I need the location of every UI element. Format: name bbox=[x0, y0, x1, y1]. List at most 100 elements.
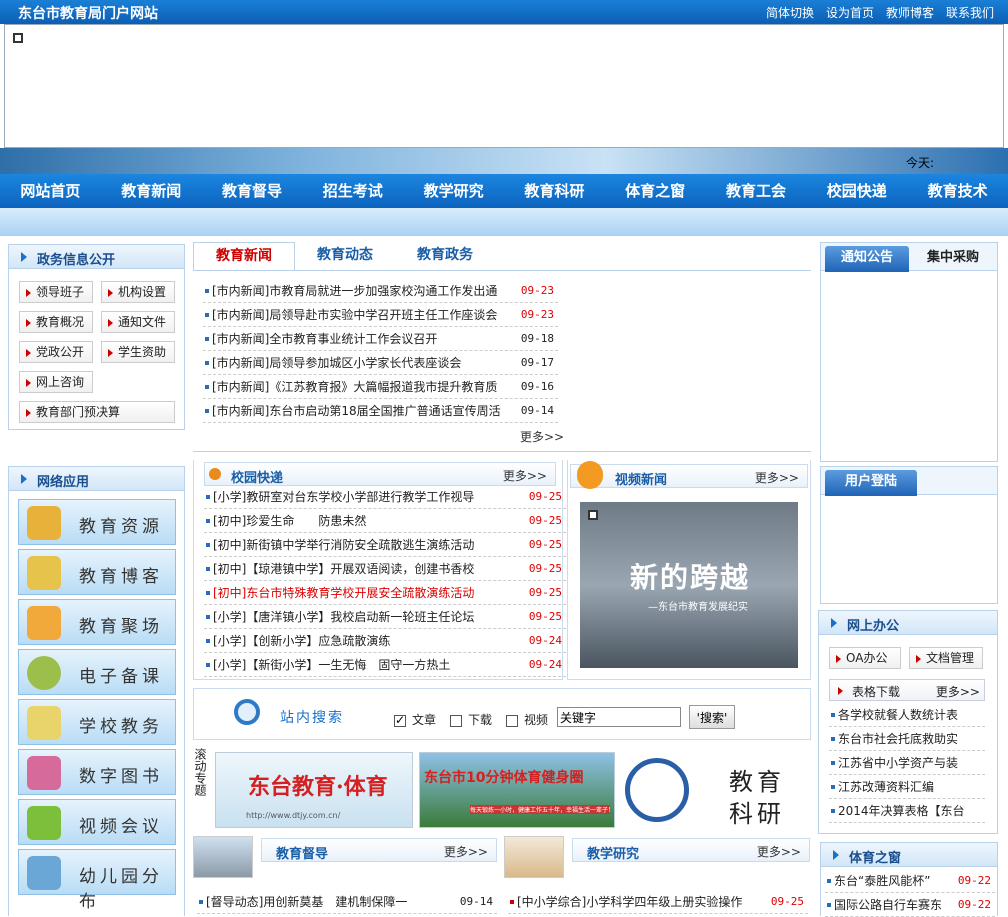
tab-edu-news[interactable]: 教育新闻 bbox=[193, 242, 295, 270]
nav-union[interactable]: 教育工会 bbox=[706, 174, 807, 208]
list-item[interactable]: 江苏改薄资料汇编 bbox=[829, 775, 985, 799]
list-item[interactable]: [初中]【琼港镇中学】开展双语阅读，创建书香校 09-25 bbox=[204, 557, 566, 581]
list-item[interactable]: [中小学综合]小学科学四年级上册实验操作 09-25 bbox=[508, 890, 808, 914]
bullet-icon bbox=[831, 761, 835, 765]
list-item[interactable]: 国际公路自行车赛东 09-22 bbox=[825, 893, 995, 917]
item-text: 东台市社会托底救助实 bbox=[838, 732, 959, 746]
nav-sports[interactable]: 体育之窗 bbox=[605, 174, 706, 208]
banner-dongtai-sports[interactable]: 东台教育·体育 http://www.dtjy.com.cn/ bbox=[215, 752, 413, 828]
news-tabs: 教育新闻 教育动态 教育政务 bbox=[193, 242, 811, 271]
gov-info-panel: 政务信息公开 领导班子 机构设置 教育概况 通知文件 党政公开 学生资助 网上咨… bbox=[8, 244, 185, 430]
list-item[interactable]: [小学]【唐洋镇小学】我校启动新一轮班主任论坛 09-25 bbox=[204, 605, 566, 629]
tab-notices[interactable]: 通知公告 bbox=[825, 246, 909, 272]
gov-btn-label: 教育概况 bbox=[36, 315, 85, 329]
nav-admission[interactable]: 招生考试 bbox=[302, 174, 403, 208]
nav-edu-tech[interactable]: 教育技术 bbox=[907, 174, 1008, 208]
app-label: 数字图书 bbox=[79, 767, 163, 787]
search-input[interactable] bbox=[557, 707, 681, 727]
search-option-article[interactable]: 文章 bbox=[394, 711, 436, 728]
list-item[interactable]: [市内新闻]东台市启动第18届全国推广普通话宣传周活 09-14 bbox=[203, 399, 558, 423]
list-item[interactable]: 东台“泰胜风能杯” 09-22 bbox=[825, 869, 995, 893]
nav-edu-research[interactable]: 教育科研 bbox=[504, 174, 605, 208]
list-item[interactable]: [小学]教研室对台东学校小学部进行教学工作视导 09-25 bbox=[204, 485, 566, 509]
list-item[interactable]: [小学]【创新小学】应急疏散演练 09-24 bbox=[204, 629, 566, 653]
bullet-icon bbox=[205, 313, 209, 317]
office-btn-oa[interactable]: OA办公 bbox=[829, 647, 901, 669]
office-btn-docs[interactable]: 文档管理 bbox=[909, 647, 983, 669]
app-video-conference[interactable]: 视频会议 bbox=[18, 799, 176, 845]
app-label: 教育聚场 bbox=[79, 617, 163, 637]
nav-supervision[interactable]: 教育督导 bbox=[202, 174, 303, 208]
gov-btn-party[interactable]: 党政公开 bbox=[19, 341, 93, 363]
gov-btn-notices[interactable]: 通知文件 bbox=[101, 311, 175, 333]
banner-edu-research[interactable]: 教育 科研 bbox=[621, 752, 809, 828]
gov-btn-leaders[interactable]: 领导班子 bbox=[19, 281, 93, 303]
list-item[interactable]: [市内新闻]《江苏教育报》大篇幅报道我市提升教育质 09-16 bbox=[203, 375, 558, 399]
search-option-video[interactable]: 视频 bbox=[506, 711, 548, 728]
gov-btn-label: 机构设置 bbox=[118, 285, 167, 299]
list-item[interactable]: [市内新闻]局领导赴市实验中学召开班主任工作座谈会 09-23 bbox=[203, 303, 558, 327]
app-kindergarten-map[interactable]: 幼儿园分布 bbox=[18, 849, 176, 912]
checkbox-icon bbox=[506, 714, 518, 727]
list-item[interactable]: 2014年决算表格【东台 bbox=[829, 799, 985, 823]
banner-fitness-circle[interactable]: 东台市10分钟体育健身圈 每天锻炼一小时，健康工作五十年，幸福生活一辈子！ bbox=[419, 752, 615, 828]
jiaoyan-more-link[interactable]: 更多>> bbox=[757, 843, 801, 860]
dudao-more-link[interactable]: 更多>> bbox=[444, 843, 488, 860]
app-e-lesson[interactable]: 电子备课 bbox=[18, 649, 176, 695]
list-item[interactable]: [市内新闻]全市教育事业统计工作会议召开 09-18 bbox=[203, 327, 558, 351]
gov-btn-consult[interactable]: 网上咨询 bbox=[19, 371, 93, 393]
top-link-lang[interactable]: 简体切换 bbox=[766, 4, 814, 21]
tab-edu-dynamics[interactable]: 教育动态 bbox=[295, 242, 395, 270]
campus-more-link[interactable]: 更多>> bbox=[503, 467, 547, 484]
gov-btn-budget[interactable]: 教育部门预决算 bbox=[19, 401, 175, 423]
item-date: 09-25 bbox=[528, 586, 562, 599]
top-link-contact[interactable]: 联系我们 bbox=[946, 4, 994, 21]
gov-btn-label: 通知文件 bbox=[118, 315, 167, 329]
gov-btn-aid[interactable]: 学生资助 bbox=[101, 341, 175, 363]
list-item[interactable]: [初中]珍爱生命 防患未然 09-25 bbox=[204, 509, 566, 533]
list-item[interactable]: [初中]东台市特殊教育学校开展安全疏散演练活动 09-25 bbox=[204, 581, 566, 605]
search-option-download[interactable]: 下载 bbox=[450, 711, 492, 728]
list-item[interactable]: 东台市社会托底救助实 bbox=[829, 727, 985, 751]
list-item[interactable]: [市内新闻]局领导参加城区小学家长代表座谈会 09-17 bbox=[203, 351, 558, 375]
app-edu-blog[interactable]: 教育博客 bbox=[18, 549, 176, 595]
campus-header: 校园快递 更多>> bbox=[204, 462, 556, 486]
item-text: 各学校就餐人数统计表 bbox=[838, 708, 959, 722]
tab-edu-affairs[interactable]: 教育政务 bbox=[395, 242, 495, 270]
login-title: 用户登陆 bbox=[825, 470, 917, 496]
app-digital-library[interactable]: 数字图书 bbox=[18, 749, 176, 795]
tab-procurement[interactable]: 集中采购 bbox=[911, 246, 995, 272]
bulb-icon bbox=[27, 656, 61, 690]
video-player[interactable]: 新的跨越 —东台市教育发展纪实 bbox=[580, 502, 798, 668]
forms-more-link[interactable]: 更多>> bbox=[936, 683, 980, 700]
top-link-blog[interactable]: 教师博客 bbox=[886, 4, 934, 21]
banner2-title: 东台市10分钟体育健身圈 bbox=[424, 770, 584, 786]
list-item[interactable]: 各学校就餐人数统计表 bbox=[829, 703, 985, 727]
list-item[interactable]: [小学]【新街小学】一生无悔 固守一方热土 09-24 bbox=[204, 653, 566, 677]
news-more-link[interactable]: 更多>> bbox=[520, 428, 564, 445]
app-school-affairs[interactable]: 学校教务 bbox=[18, 699, 176, 745]
list-item[interactable]: [初中]新街镇中学举行消防安全疏散逃生演练活动 09-25 bbox=[204, 533, 566, 557]
item-text: 2014年决算表格【东台 bbox=[838, 804, 965, 818]
bullet-icon bbox=[26, 289, 31, 297]
item-text: [市内新闻]《江苏教育报》大篇幅报道我市提升教育质 bbox=[212, 380, 498, 394]
top-link-homepage[interactable]: 设为首页 bbox=[826, 4, 874, 21]
nav-edu-news[interactable]: 教育新闻 bbox=[101, 174, 202, 208]
gov-btn-overview[interactable]: 教育概况 bbox=[19, 311, 93, 333]
list-item[interactable]: [督导动态]用创新莫基 建机制保障一 09-14 bbox=[197, 890, 497, 914]
video-more-link[interactable]: 更多>> bbox=[755, 469, 799, 486]
nav-home[interactable]: 网站首页 bbox=[0, 174, 101, 208]
gov-btn-org[interactable]: 机构设置 bbox=[101, 281, 175, 303]
search-button[interactable]: '搜索' bbox=[689, 705, 735, 729]
nav-teaching-research[interactable]: 教学研究 bbox=[403, 174, 504, 208]
list-item[interactable]: 江苏省中小学资产与装 bbox=[829, 751, 985, 775]
app-edu-forum[interactable]: 教育聚场 bbox=[18, 599, 176, 645]
nav-campus-express[interactable]: 校园快递 bbox=[806, 174, 907, 208]
plugin-placeholder-icon bbox=[588, 510, 598, 520]
bullet-icon bbox=[206, 495, 210, 499]
flash-banner-placeholder bbox=[4, 24, 1004, 148]
item-date: 09-23 bbox=[520, 284, 554, 297]
app-edu-resources[interactable]: 教育资源 bbox=[18, 499, 176, 545]
item-date: 09-24 bbox=[528, 658, 562, 671]
list-item[interactable]: [市内新闻]市教育局就进一步加强家校沟通工作发出通 09-23 bbox=[203, 279, 558, 303]
